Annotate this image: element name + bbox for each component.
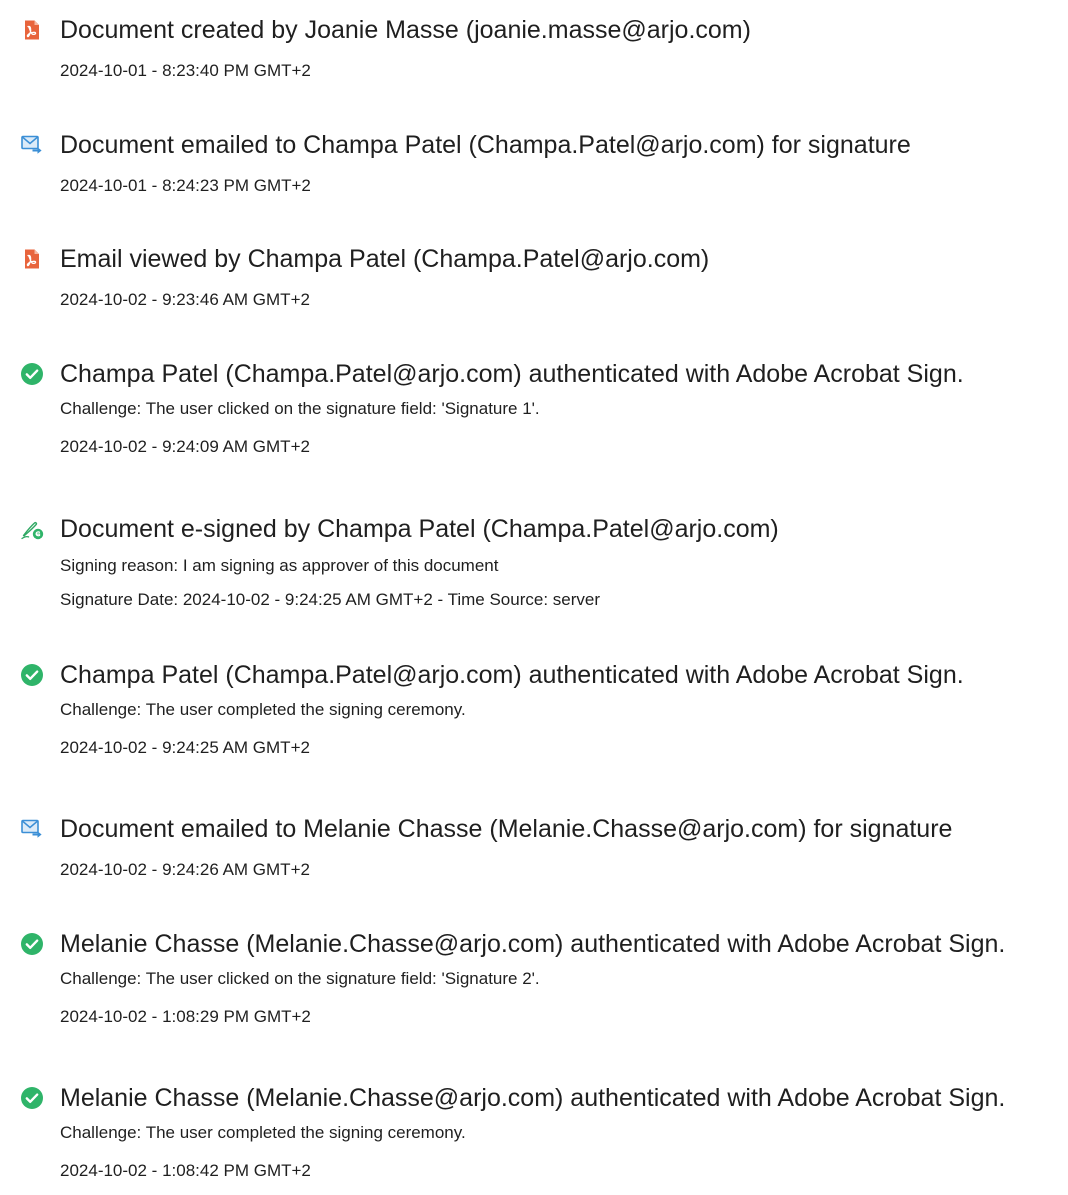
event-detail: Signing reason: I am signing as approver… [60,556,499,575]
event-timestamp: 2024-10-02 - 1:08:42 PM GMT+2 [60,1161,311,1180]
event-title: Document emailed to Champa Patel (Champa… [60,131,911,159]
event-title: Document created by Joanie Masse (joanie… [60,16,751,44]
event-title: Email viewed by Champa Patel (Champa.Pat… [60,245,710,273]
event-detail: Challenge: The user completed the signin… [60,1123,466,1142]
event-timestamp: Signature Date: 2024-10-02 - 9:24:25 AM … [60,590,601,609]
event-detail: Challenge: The user completed the signin… [60,700,466,719]
event-detail: Challenge: The user clicked on the signa… [60,399,540,418]
pdf-document-icon [20,247,44,271]
check-circle-icon [20,1086,44,1110]
event-timestamp: 2024-10-02 - 1:08:29 PM GMT+2 [60,1007,311,1026]
event-title: Melanie Chasse (Melanie.Chasse@arjo.com)… [60,1084,1006,1112]
event-timestamp: 2024-10-02 - 9:23:46 AM GMT+2 [60,290,310,309]
pdf-document-icon [20,18,44,42]
email-sent-icon [20,133,44,157]
check-circle-icon [20,362,44,386]
event-timestamp: 2024-10-02 - 9:24:09 AM GMT+2 [60,437,310,456]
event-title: Document e-signed by Champa Patel (Champ… [60,515,779,543]
event-timestamp: 2024-10-01 - 8:24:23 PM GMT+2 [60,176,311,195]
event-title: Champa Patel (Champa.Patel@arjo.com) aut… [60,360,964,388]
event-detail: Challenge: The user clicked on the signa… [60,969,540,988]
event-title: Champa Patel (Champa.Patel@arjo.com) aut… [60,661,964,689]
event-timestamp: 2024-10-02 - 9:24:25 AM GMT+2 [60,738,310,757]
event-title: Document emailed to Melanie Chasse (Mela… [60,815,953,843]
event-title: Melanie Chasse (Melanie.Chasse@arjo.com)… [60,930,1006,958]
event-timestamp: 2024-10-02 - 9:24:26 AM GMT+2 [60,860,310,879]
check-circle-icon [20,932,44,956]
email-sent-icon [20,817,44,841]
e-sign-pen-icon [20,517,44,541]
event-timestamp: 2024-10-01 - 8:23:40 PM GMT+2 [60,61,311,80]
check-circle-icon [20,663,44,687]
